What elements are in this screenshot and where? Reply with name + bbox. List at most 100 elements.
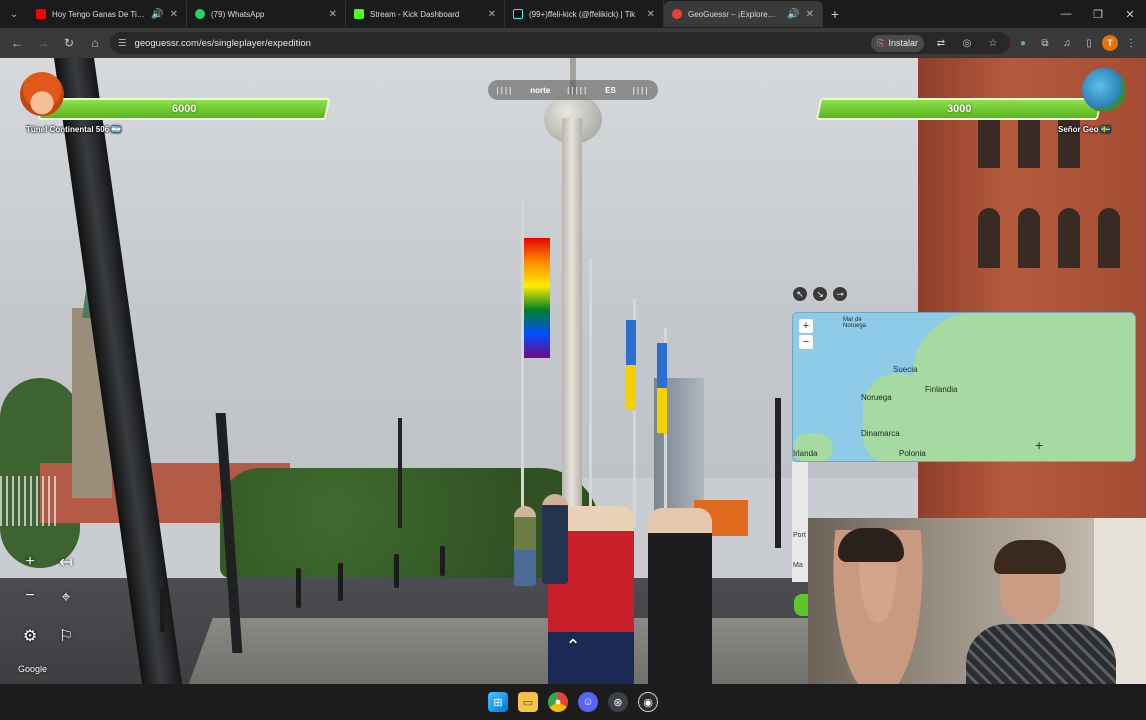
tab-kick[interactable]: Stream - Kick Dashboard ✕ xyxy=(346,1,505,27)
map-label-sea: Mar de Noruega xyxy=(843,317,867,329)
compass-bar: |||| norte ||||| ES |||| xyxy=(488,80,658,100)
guess-map[interactable]: + − Mar de Noruega Suecia Finlandia Noru… xyxy=(792,312,1136,462)
reload-icon[interactable]: ↻ xyxy=(58,32,80,54)
crosshair-cursor-icon: + xyxy=(1035,437,1044,453)
menu-kebab-icon[interactable]: ⋮ xyxy=(1122,34,1140,52)
map-label-irlanda: Irlanda xyxy=(793,449,818,458)
speaker-icon[interactable]: 🔊 xyxy=(787,9,799,20)
plus-icon[interactable]: + xyxy=(823,6,847,22)
compass-ticks: ||||| xyxy=(567,85,589,95)
bookmark-star-icon[interactable]: ☆ xyxy=(984,34,1002,52)
tab-whatsapp[interactable]: (79) WhatsApp ✕ xyxy=(187,1,346,27)
obs-icon[interactable]: ◉ xyxy=(638,692,658,712)
compass-ticks: |||| xyxy=(496,85,514,95)
close-tab-icon[interactable]: ✕ xyxy=(170,9,178,20)
streamer-right-hair xyxy=(994,540,1066,574)
eye-off-icon[interactable]: ◎ xyxy=(958,34,976,52)
discord-icon[interactable]: ☺ xyxy=(578,692,598,712)
return-to-start-icon[interactable]: ⌖ xyxy=(54,586,78,610)
back-icon[interactable]: ← xyxy=(6,32,28,54)
extension-icon[interactable]: ● xyxy=(1014,34,1032,52)
kick-icon xyxy=(354,9,364,19)
tab-title: Hoy Tengo Ganas De Ti (En xyxy=(52,9,146,19)
file-explorer-icon[interactable]: ▭ xyxy=(518,692,538,712)
tab-youtube[interactable]: Hoy Tengo Ganas De Ti (En 🔊 ✕ xyxy=(28,1,187,27)
site-info-icon[interactable]: ☰ xyxy=(118,38,127,49)
tab-title: Stream - Kick Dashboard xyxy=(370,9,460,19)
move-forward-arrow-icon[interactable]: ⌃ xyxy=(556,636,590,656)
close-tab-icon[interactable]: ✕ xyxy=(488,9,496,20)
zoom-out-button[interactable]: − xyxy=(18,584,42,608)
profile-avatar[interactable]: T xyxy=(1102,35,1118,51)
tab-title: (79) WhatsApp xyxy=(211,9,265,19)
bollard xyxy=(394,554,399,588)
barrier-fence xyxy=(0,476,60,526)
window xyxy=(1058,208,1080,268)
ukraine-flag xyxy=(657,343,667,433)
undo-move-icon[interactable]: ↤ xyxy=(54,550,78,574)
media-control-icon[interactable]: ♫ xyxy=(1058,34,1076,52)
tab-title: (99+)ffeli-kick (@ffelikick) | Tik xyxy=(529,9,636,19)
translate-icon[interactable]: ⇄ xyxy=(932,34,950,52)
map-label-ma: Ma xyxy=(793,562,803,569)
google-watermark: Google xyxy=(18,664,48,674)
map-size-controls: ↖ ↘ ⊸ xyxy=(792,286,848,302)
map-zoom-in-button[interactable]: + xyxy=(799,319,813,333)
tab-search-icon[interactable]: ⌄ xyxy=(0,0,28,28)
shrink-map-icon[interactable]: ↘ xyxy=(812,286,828,302)
map-label-port: Port xyxy=(793,532,806,539)
extensions-puzzle-icon[interactable]: ⧉ xyxy=(1036,34,1054,52)
pedestrian xyxy=(542,494,568,584)
streamer-left-hair xyxy=(838,528,904,562)
restore-icon[interactable]: ❐ xyxy=(1082,0,1114,28)
player1-health-bar: 6000 xyxy=(37,98,331,120)
compass-east-label: ES xyxy=(605,85,616,95)
install-label: Instalar xyxy=(888,38,918,48)
zoom-in-button[interactable]: + xyxy=(18,550,42,574)
guess-button[interactable] xyxy=(794,594,808,616)
player2-avatar xyxy=(1082,68,1126,112)
tab-geoguessr[interactable]: GeoGuessr – ¡Exploremos el 🔊 ✕ xyxy=(664,1,823,27)
player2-flag: 🇸🇪 xyxy=(1100,125,1111,134)
close-window-icon[interactable]: ✕ xyxy=(1114,0,1146,28)
compass-north-label: norte xyxy=(530,85,551,95)
close-tab-icon[interactable]: ✕ xyxy=(806,9,814,20)
flagpole xyxy=(589,258,592,508)
forward-icon[interactable]: → xyxy=(32,32,54,54)
install-app-button[interactable]: ⎘ Instalar xyxy=(871,34,924,52)
map-label-polonia: Polonia xyxy=(899,449,926,458)
windows-start-icon[interactable]: ⊞ xyxy=(488,692,508,712)
map-label-suecia: Suecia xyxy=(893,365,918,374)
expand-map-icon[interactable]: ↖ xyxy=(792,286,808,302)
player2-name-row: Señor Geo 🇸🇪 xyxy=(1058,125,1111,134)
map-zoom-out-button[interactable]: − xyxy=(799,335,813,349)
youtube-icon xyxy=(36,9,46,19)
bollard xyxy=(338,563,343,601)
tab-tiktok[interactable]: (99+)ffeli-kick (@ffelikick) | Tik ✕ xyxy=(505,1,664,27)
window-controls: — ❐ ✕ xyxy=(1050,0,1146,28)
player2-health-bar: 3000 xyxy=(815,98,1103,120)
map-label-dinamarca: Dinamarca xyxy=(861,429,900,438)
flag-icon[interactable]: ⚐ xyxy=(54,624,78,648)
close-tab-icon[interactable]: ✕ xyxy=(329,9,337,20)
sidebar-icon[interactable]: ▯ xyxy=(1080,34,1098,52)
close-tab-icon[interactable]: ✕ xyxy=(647,9,655,20)
whatsapp-icon xyxy=(195,9,205,19)
pin-map-icon[interactable]: ⊸ xyxy=(832,286,848,302)
address-bar[interactable]: ☰ geoguessr.com/es/singleplayer/expediti… xyxy=(110,32,1010,54)
settings-gear-icon[interactable]: ⚙ xyxy=(18,624,42,648)
app-icon[interactable]: ⊛ xyxy=(608,692,628,712)
tiktok-icon xyxy=(513,9,523,19)
player1-name-row: Túnel Continental 506 🇦🇷 xyxy=(26,125,121,134)
street-lamp xyxy=(398,418,402,528)
chrome-icon[interactable]: ● xyxy=(548,692,568,712)
map-lower-strip[interactable]: Port Ma xyxy=(792,462,808,582)
speaker-icon[interactable]: 🔊 xyxy=(151,9,163,20)
minimize-icon[interactable]: — xyxy=(1050,0,1082,28)
street-lamp xyxy=(775,398,781,548)
geoguessr-pin-icon xyxy=(672,9,682,19)
browser-tab-strip: ⌄ Hoy Tengo Ganas De Ti (En 🔊 ✕ (79) Wha… xyxy=(0,0,1146,28)
bollard xyxy=(160,588,165,632)
home-icon[interactable]: ⌂ xyxy=(84,32,106,54)
tv-tower-shaft xyxy=(562,118,582,518)
